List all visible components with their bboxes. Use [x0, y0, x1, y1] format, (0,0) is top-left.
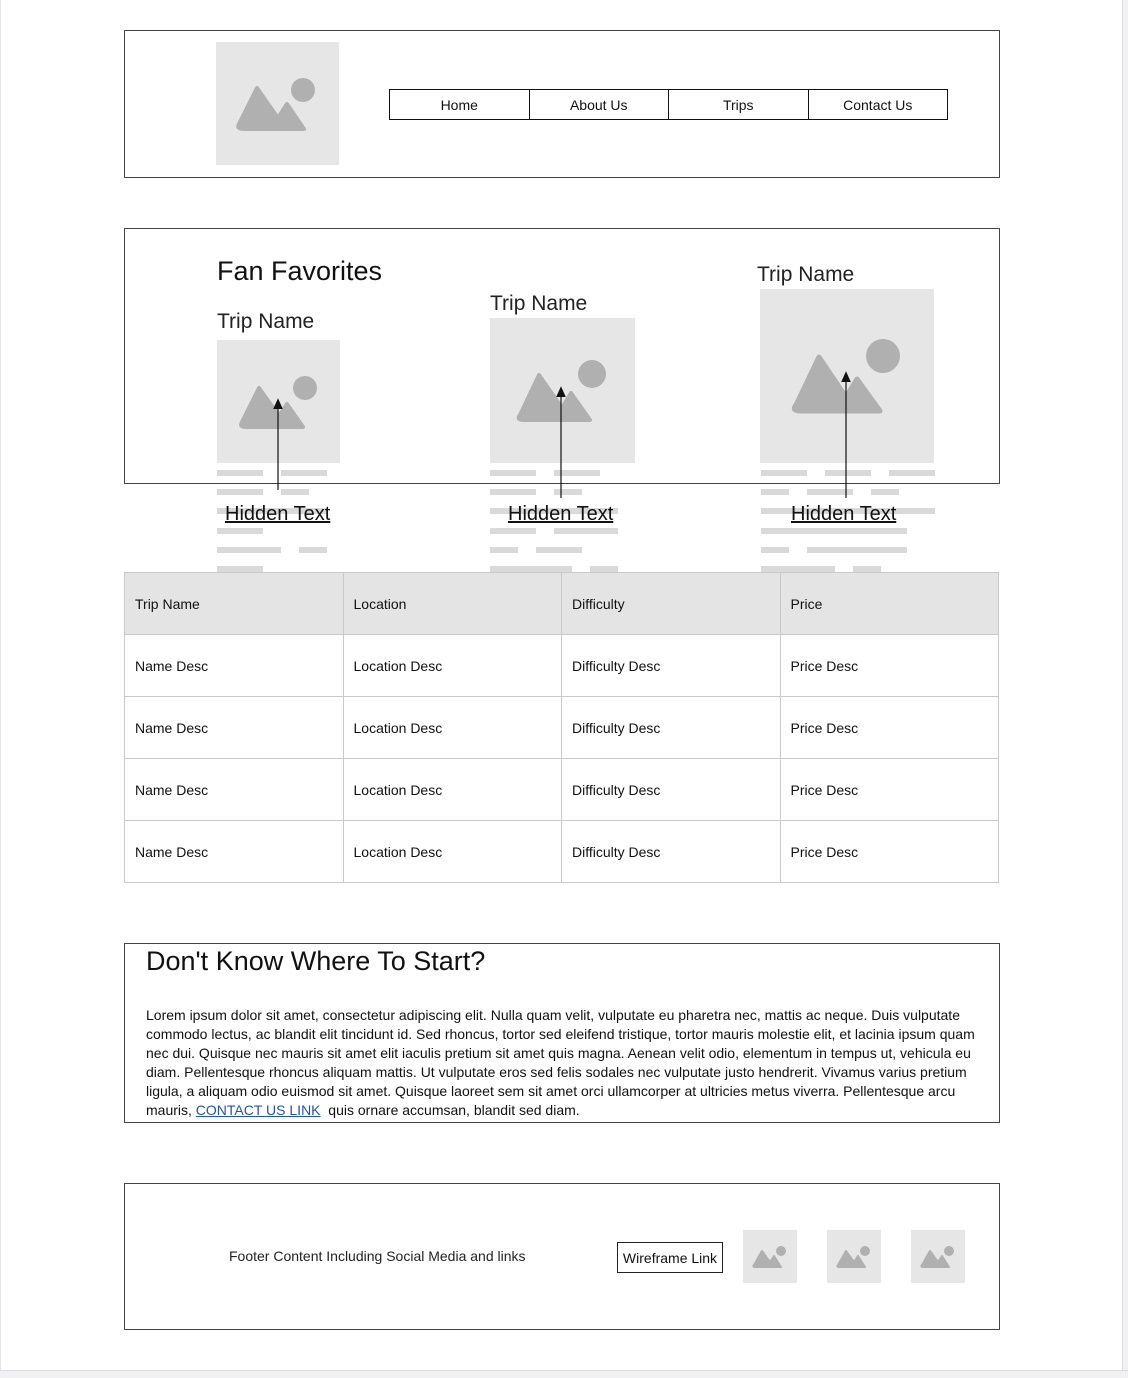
table-cell: Price Desc	[779, 758, 999, 821]
text-placeholder-line	[490, 470, 536, 476]
main-nav: Home About Us Trips Contact Us	[389, 89, 948, 120]
start-section-body: Lorem ipsum dolor sit amet, consectetur …	[146, 1006, 976, 1120]
table-cell: Name Desc	[124, 820, 344, 883]
hidden-text-link-1[interactable]: Hidden Text	[225, 503, 330, 526]
table-cell: Difficulty Desc	[561, 758, 781, 821]
footer-text: Footer Content Including Social Media an…	[229, 1248, 526, 1264]
text-placeholder-line	[871, 489, 899, 495]
trip-name-1: Trip Name	[217, 310, 315, 333]
trip-image-placeholder-icon	[490, 318, 635, 463]
text-placeholder-line	[217, 547, 281, 553]
table-cell: Price Desc	[779, 696, 999, 759]
trip-name-2: Trip Name	[490, 292, 588, 315]
text-placeholder-line	[281, 470, 327, 476]
table-cell: Price Desc	[779, 634, 999, 697]
wireframe-link-button[interactable]: Wireframe Link	[617, 1242, 723, 1273]
text-placeholder-line	[889, 470, 935, 476]
text-placeholder-line	[299, 547, 327, 553]
table-cell: Name Desc	[124, 634, 344, 697]
text-placeholder-line	[825, 470, 871, 476]
trips-table: Trip Name Location Difficulty Price Name…	[124, 572, 999, 883]
text-placeholder-line	[217, 489, 263, 495]
hidden-text-link-2[interactable]: Hidden Text	[508, 503, 613, 526]
column-header-difficulty[interactable]: Difficulty	[561, 572, 781, 635]
table-row: Name Desc Location Desc Difficulty Desc …	[124, 758, 999, 821]
text-placeholder-line	[490, 547, 518, 553]
table-cell: Name Desc	[124, 696, 344, 759]
body-text-end: quis ornare accumsan, blandit sed diam.	[320, 1102, 580, 1118]
social-image-placeholder-icon[interactable]	[911, 1230, 965, 1283]
table-cell: Location Desc	[342, 634, 562, 697]
nav-about-us[interactable]: About Us	[528, 90, 669, 119]
text-placeholder-line	[554, 528, 618, 534]
table-cell: Difficulty Desc	[561, 820, 781, 883]
table-cell: Location Desc	[342, 696, 562, 759]
table-row: Name Desc Location Desc Difficulty Desc …	[124, 820, 999, 883]
text-placeholder-line	[281, 489, 309, 495]
trip-image-placeholder-icon	[217, 340, 340, 463]
nav-trips[interactable]: Trips	[668, 90, 808, 119]
text-placeholder-line	[761, 547, 789, 553]
contact-us-link[interactable]: CONTACT US LINK	[196, 1102, 321, 1118]
table-row: Name Desc Location Desc Difficulty Desc …	[124, 634, 999, 697]
nav-home[interactable]: Home	[390, 90, 529, 119]
text-placeholder-line	[217, 470, 263, 476]
column-header-price[interactable]: Price	[779, 572, 999, 635]
column-header-location[interactable]: Location	[342, 572, 562, 635]
table-cell: Price Desc	[779, 820, 999, 883]
text-placeholder-line	[554, 470, 600, 476]
social-image-placeholder-icon[interactable]	[743, 1230, 797, 1283]
hidden-text-link-3[interactable]: Hidden Text	[791, 503, 896, 526]
text-placeholder-line	[807, 489, 853, 495]
text-placeholder-line	[761, 489, 789, 495]
nav-contact-us[interactable]: Contact Us	[807, 90, 948, 119]
trip-image-placeholder-icon	[760, 289, 934, 463]
fan-favorites-title: Fan Favorites	[217, 256, 383, 286]
text-placeholder-line	[807, 547, 907, 553]
table-cell: Location Desc	[342, 758, 562, 821]
text-placeholder-line	[490, 528, 536, 534]
table-cell: Difficulty Desc	[561, 634, 781, 697]
text-placeholder-line	[490, 489, 536, 495]
text-placeholder-line	[536, 547, 582, 553]
table-header-row: Trip Name Location Difficulty Price	[124, 572, 999, 635]
logo-image-placeholder-icon	[216, 42, 339, 165]
trip-name-3: Trip Name	[757, 263, 855, 286]
start-section-title: Don't Know Where To Start?	[146, 946, 486, 976]
table-cell: Name Desc	[124, 758, 344, 821]
text-placeholder-line	[761, 528, 907, 534]
column-header-trip-name[interactable]: Trip Name	[124, 572, 344, 635]
social-image-placeholder-icon[interactable]	[827, 1230, 881, 1283]
text-placeholder-line	[217, 528, 263, 534]
table-cell: Location Desc	[342, 820, 562, 883]
table-row: Name Desc Location Desc Difficulty Desc …	[124, 696, 999, 759]
text-placeholder-line	[761, 470, 807, 476]
text-placeholder-line	[554, 489, 582, 495]
table-cell: Difficulty Desc	[561, 696, 781, 759]
